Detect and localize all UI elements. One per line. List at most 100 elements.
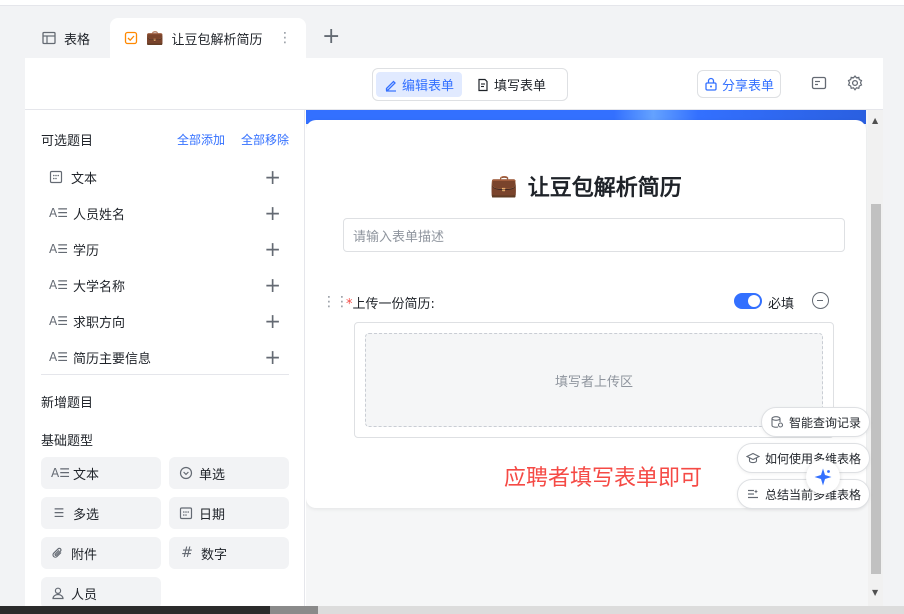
edit-form-button[interactable]: 编辑表单 xyxy=(376,72,463,97)
share-form-label: 分享表单 xyxy=(722,78,775,94)
type-label: 多选 xyxy=(73,507,100,523)
fill-doc-icon xyxy=(478,78,488,91)
add-field-icon[interactable]: + xyxy=(264,239,281,259)
text-field-icon: A☰ xyxy=(49,278,68,292)
field-item-label: 大学名称 xyxy=(73,279,126,295)
field-item-label: 简历主要信息 xyxy=(73,351,152,367)
tab-table-label: 表格 xyxy=(64,32,91,48)
suggestion-how-to-use[interactable]: 如何使用多维表格 xyxy=(737,443,871,473)
field-item-label: 学历 xyxy=(73,243,100,259)
table-icon xyxy=(42,31,56,45)
drag-handle-icon[interactable]: ⋮⋮ xyxy=(322,294,349,310)
scroll-down-icon[interactable]: ▼ xyxy=(872,588,878,597)
form-title[interactable]: 💼 让豆包解析简历 xyxy=(306,170,866,202)
type-label: 日期 xyxy=(199,507,226,523)
text-field-icon: A☰ xyxy=(49,350,68,364)
available-fields-title: 可选题目 xyxy=(41,134,94,149)
field-item-name[interactable]: A☰ 人员姓名 + xyxy=(49,201,281,225)
type-date-button[interactable]: 日期 xyxy=(169,497,289,529)
type-label: 文本 xyxy=(73,467,100,483)
type-label: 人员 xyxy=(71,587,98,603)
suggestion-query-records[interactable]: 智能查询记录 xyxy=(761,407,871,437)
taskbar-segment xyxy=(318,606,904,614)
add-tab-button[interactable]: + xyxy=(322,26,340,48)
main-panel: 编辑表单 填写表单 分享表单 可选题目 全部添加 全部移除 文本 + A☰ 人员… xyxy=(25,58,883,614)
add-field-icon[interactable]: + xyxy=(264,275,281,295)
sidebar-divider xyxy=(41,374,289,375)
text-field-icon: A☰ xyxy=(49,242,68,256)
type-text-button[interactable]: A☰ 文本 xyxy=(41,457,161,489)
field-item-label: 人员姓名 xyxy=(73,207,126,223)
type-multi-select-button[interactable]: ☰ 多选 xyxy=(41,497,161,529)
scrollbar[interactable]: ▲ ▼ xyxy=(868,110,883,614)
remove-all-link[interactable]: 全部移除 xyxy=(241,131,289,148)
field-item-direction[interactable]: A☰ 求职方向 + xyxy=(49,309,281,333)
question-label[interactable]: *上传一份简历: xyxy=(346,293,435,312)
form-canvas: 💼 让豆包解析简历 请输入表单描述 ⋮⋮ *上传一份简历: 必填 填写者上传区 … xyxy=(306,110,883,614)
tab-bar: 表格 💼 让豆包解析简历 ⋮ + xyxy=(0,6,904,60)
available-fields-header: 可选题目 全部添加 全部移除 xyxy=(41,130,289,149)
upload-hint: 填写者上传区 xyxy=(554,374,633,390)
field-sidebar: 可选题目 全部添加 全部移除 文本 + A☰ 人员姓名 + A☰ 学历 + A☰… xyxy=(25,110,305,614)
form-toolbar: 编辑表单 填写表单 分享表单 xyxy=(25,58,883,110)
tab-table[interactable]: 表格 xyxy=(28,18,104,58)
multi-select-icon: ☰ xyxy=(53,506,65,520)
field-item-education[interactable]: A☰ 学历 + xyxy=(49,237,281,261)
type-label: 单选 xyxy=(199,467,226,483)
upload-dropzone[interactable]: 填写者上传区 xyxy=(365,333,823,427)
add-field-icon[interactable]: + xyxy=(264,203,281,223)
number-icon: # xyxy=(181,545,193,561)
edit-form-label: 编辑表单 xyxy=(402,79,455,94)
taskbar-segment xyxy=(270,606,318,614)
type-single-select-button[interactable]: 单选 xyxy=(169,457,289,489)
tab-form[interactable]: 💼 让豆包解析简历 ⋮ xyxy=(110,18,306,58)
scrollbar-thumb[interactable] xyxy=(871,204,881,574)
field-item-university[interactable]: A☰ 大学名称 + xyxy=(49,273,281,297)
required-label: 必填 xyxy=(768,297,795,312)
sparkle-icon xyxy=(814,468,832,486)
lock-share-icon xyxy=(705,77,717,91)
briefcase-icon: 💼 xyxy=(490,173,518,199)
graduation-cap-icon xyxy=(746,452,760,464)
briefcase-icon: 💼 xyxy=(146,30,164,46)
tab-form-label: 让豆包解析简历 xyxy=(171,32,263,48)
field-item-label: 求职方向 xyxy=(73,315,126,331)
new-fields-title: 新增题目 xyxy=(41,396,94,411)
share-form-button[interactable]: 分享表单 xyxy=(697,70,782,98)
text-field-icon: A☰ xyxy=(51,466,70,480)
suggestion-label: 智能查询记录 xyxy=(789,415,862,430)
fill-form-button[interactable]: 填写表单 xyxy=(468,72,554,97)
text-field-icon: A☰ xyxy=(49,314,68,328)
add-field-icon[interactable]: + xyxy=(264,347,281,367)
red-annotation-text: 应聘者填写表单即可 xyxy=(504,466,703,491)
text-field-icon: A☰ xyxy=(49,206,68,220)
field-item-label: 文本 xyxy=(71,171,98,187)
type-label: 数字 xyxy=(201,547,228,563)
suggestion-summarize[interactable]: 总结当前多维表格 xyxy=(737,479,871,509)
gear-icon[interactable] xyxy=(846,74,864,92)
form-title-text: 让豆包解析简历 xyxy=(527,176,682,201)
field-item-resume-info[interactable]: A☰ 简历主要信息 + xyxy=(49,345,281,369)
ai-assistant-button[interactable] xyxy=(806,460,840,494)
form-description-input[interactable]: 请输入表单描述 xyxy=(343,218,845,252)
type-number-button[interactable]: # 数字 xyxy=(169,537,289,569)
basic-types-title: 基础题型 xyxy=(41,434,94,449)
scroll-up-icon[interactable]: ▲ xyxy=(872,116,878,125)
type-attachment-button[interactable]: 附件 xyxy=(41,537,161,569)
add-field-icon[interactable]: + xyxy=(264,311,281,331)
calendar-grid-icon xyxy=(49,170,63,184)
field-item-text[interactable]: 文本 + xyxy=(49,165,281,189)
required-toggle[interactable] xyxy=(734,293,762,309)
more-icon[interactable]: ⋮ xyxy=(278,30,292,46)
summary-icon xyxy=(748,489,758,499)
layout-icon[interactable] xyxy=(810,74,828,92)
add-field-icon[interactable]: + xyxy=(264,167,281,187)
taskbar xyxy=(0,606,904,614)
form-icon xyxy=(124,31,138,45)
remove-question-icon[interactable] xyxy=(812,292,829,309)
question-label-text: 上传一份简历: xyxy=(352,297,435,312)
type-label: 附件 xyxy=(71,547,98,563)
type-person-button[interactable]: 人员 xyxy=(41,577,161,609)
add-all-link[interactable]: 全部添加 xyxy=(177,131,225,148)
single-select-icon xyxy=(179,466,193,480)
